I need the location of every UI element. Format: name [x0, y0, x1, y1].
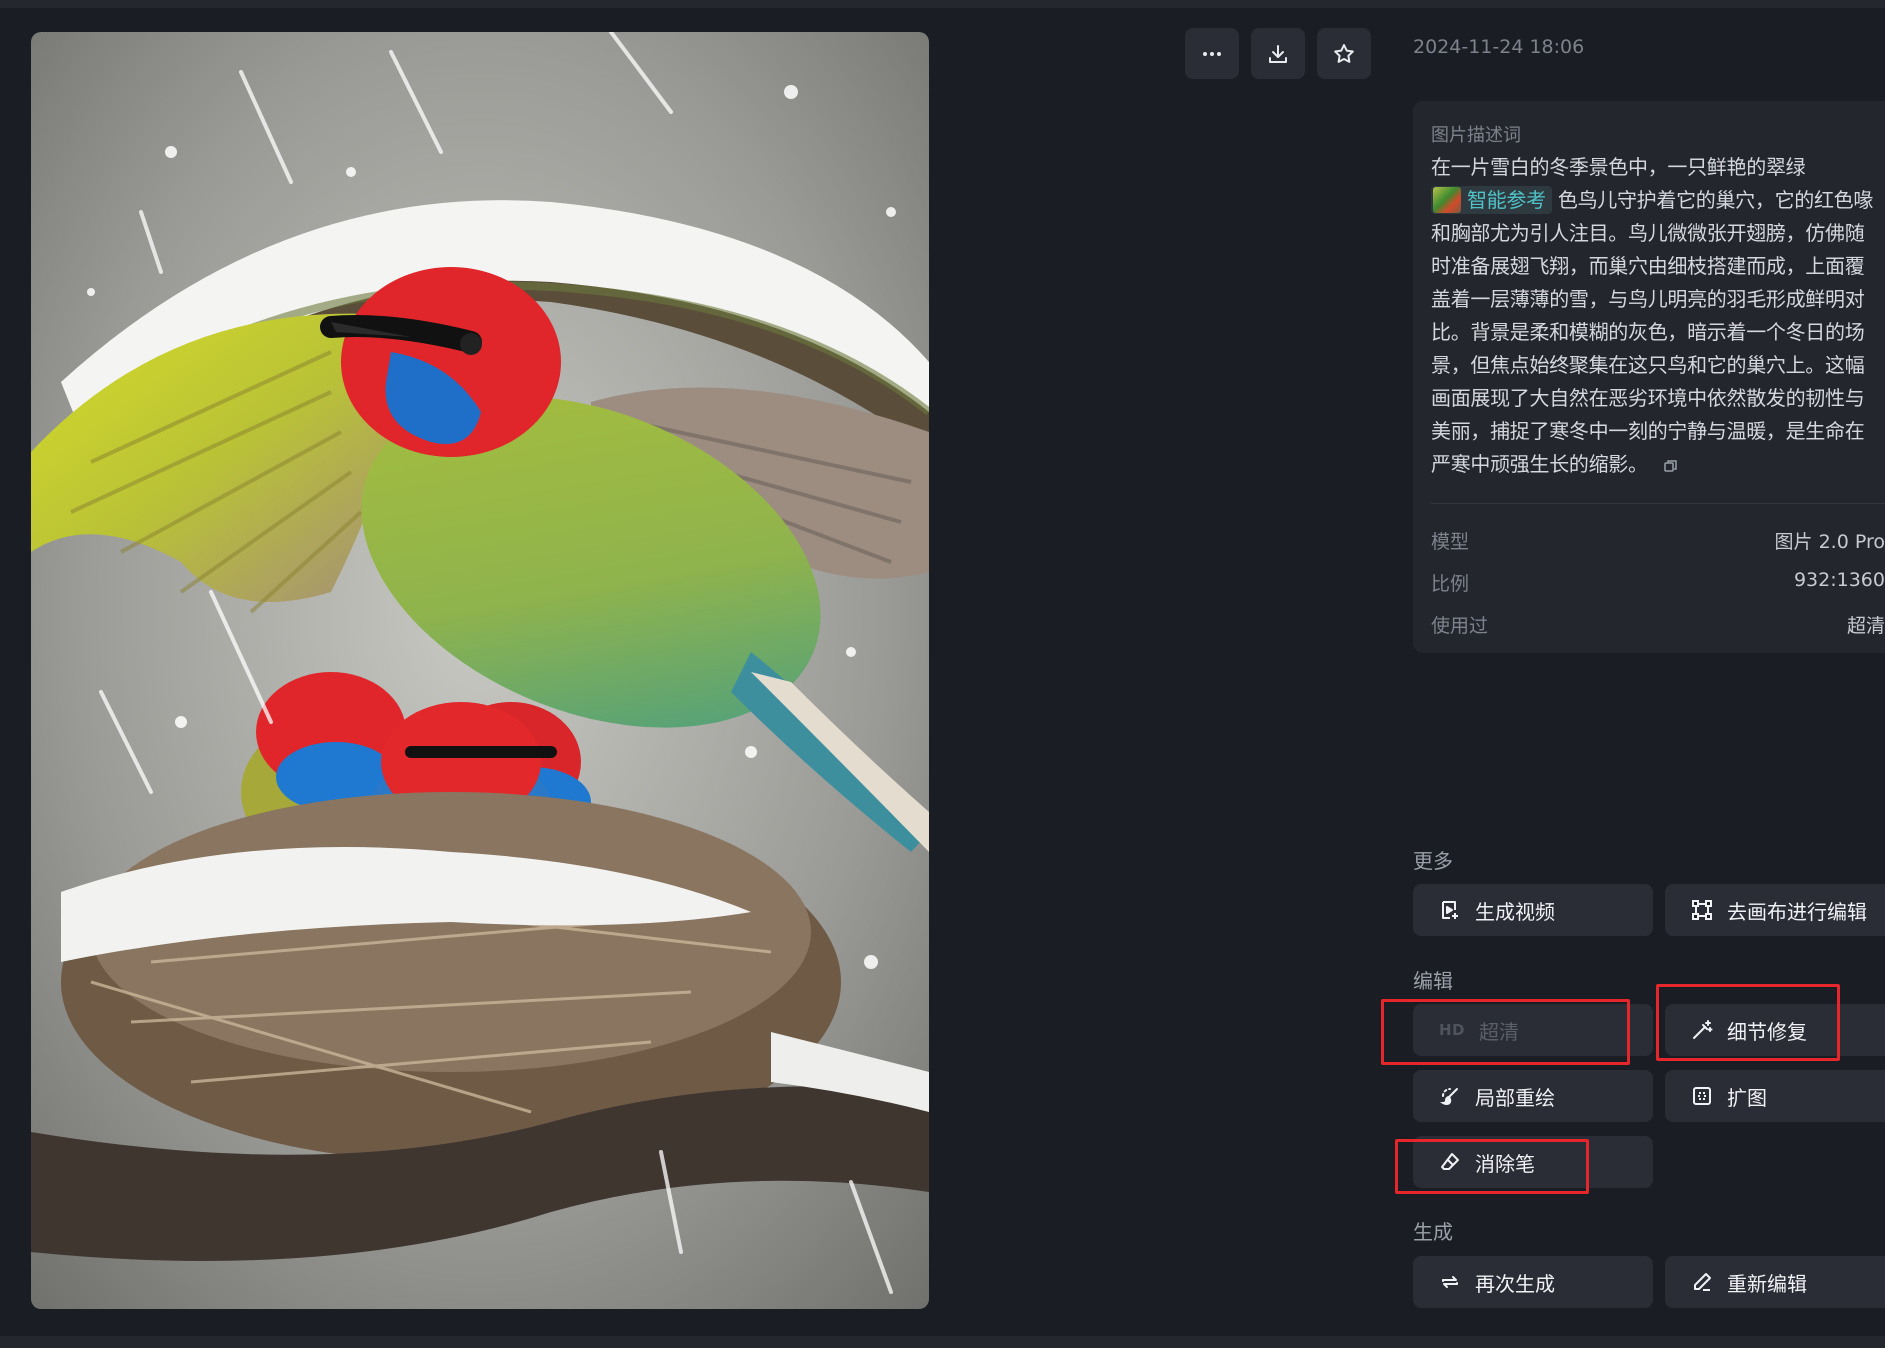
button-label: 扩图	[1727, 1085, 1767, 1110]
download-icon	[1269, 44, 1287, 63]
video-generate-icon	[1439, 899, 1461, 921]
image-info-panel: 图片描述词 在一片雪白的冬季景色中，一只鲜艳的翠绿 智能参考 色鸟儿守护着它的巢…	[1413, 101, 1885, 653]
regenerate-button[interactable]: 再次生成	[1413, 1256, 1653, 1308]
download-button[interactable]	[1251, 28, 1305, 79]
meta-key: 比例	[1431, 573, 1470, 595]
expand-image-button[interactable]: 扩图	[1665, 1070, 1885, 1122]
divider	[1431, 503, 1885, 504]
button-label: 去画布进行编辑	[1727, 899, 1867, 924]
smart-reference-label: 智能参考	[1467, 187, 1546, 212]
meta-value: 图片 2.0 Pro	[1774, 531, 1885, 553]
bird-nest-illustration	[31, 32, 929, 1309]
canvas-edit-icon	[1691, 899, 1713, 921]
button-label: 重新编辑	[1727, 1271, 1807, 1296]
re-edit-button[interactable]: 重新编辑	[1665, 1256, 1885, 1308]
meta-value: 932:1360	[1793, 569, 1885, 591]
generated-image[interactable]	[31, 32, 929, 1309]
star-icon	[1334, 43, 1354, 63]
prompt-text-after: 色鸟儿守护着它的巢穴，它的红色喙和胸部尤为引人注目。鸟儿微微张开翅膀，仿佛随时准…	[1431, 188, 1874, 476]
hd-upscale-button[interactable]: HD 超清	[1413, 1004, 1653, 1056]
smart-reference-chip[interactable]: 智能参考	[1431, 186, 1552, 214]
more-button[interactable]	[1185, 28, 1239, 79]
meta-key: 使用过	[1431, 615, 1489, 637]
eraser-button[interactable]: 消除笔	[1413, 1136, 1653, 1188]
pencil-icon	[1691, 1271, 1713, 1293]
favorite-button[interactable]	[1317, 28, 1371, 79]
button-label: 局部重绘	[1475, 1085, 1555, 1110]
button-label: 超清	[1479, 1019, 1520, 1044]
generate-video-button[interactable]: 生成视频	[1413, 884, 1653, 936]
prompt-label: 图片描述词	[1431, 125, 1521, 146]
button-label: 再次生成	[1475, 1271, 1555, 1296]
copy-icon[interactable]	[1664, 459, 1678, 473]
section-title-generate: 生成	[1413, 1220, 1453, 1244]
button-label: 细节修复	[1727, 1019, 1807, 1044]
inpaint-button[interactable]: 局部重绘	[1413, 1070, 1653, 1122]
more-horizontal-icon	[1203, 51, 1221, 56]
meta-key: 模型	[1431, 531, 1470, 553]
expand-icon	[1691, 1085, 1713, 1107]
canvas-edit-button[interactable]: 去画布进行编辑	[1665, 884, 1885, 936]
hd-badge: HD	[1439, 1021, 1466, 1039]
meta-value: 超清	[1846, 615, 1885, 637]
section-title-edit: 编辑	[1413, 969, 1453, 993]
magic-wand-icon	[1691, 1019, 1713, 1041]
eraser-icon	[1439, 1151, 1461, 1173]
prompt-text-before: 在一片雪白的冬季景色中，一只鲜艳的翠绿	[1431, 155, 1806, 179]
top-bar	[0, 0, 1885, 8]
prompt-text: 在一片雪白的冬季景色中，一只鲜艳的翠绿 智能参考 色鸟儿守护着它的巢穴，它的红色…	[1431, 151, 1881, 481]
reference-thumbnail	[1433, 187, 1461, 213]
timestamp: 2024-11-24 18:06	[1413, 36, 1585, 58]
brush-icon	[1439, 1085, 1461, 1107]
button-label: 消除笔	[1475, 1151, 1535, 1176]
section-title-more: 更多	[1413, 849, 1453, 873]
regenerate-icon	[1439, 1271, 1461, 1293]
bottom-bar	[0, 1336, 1885, 1348]
button-label: 生成视频	[1475, 899, 1555, 924]
detail-repair-button[interactable]: 细节修复	[1665, 1004, 1885, 1056]
